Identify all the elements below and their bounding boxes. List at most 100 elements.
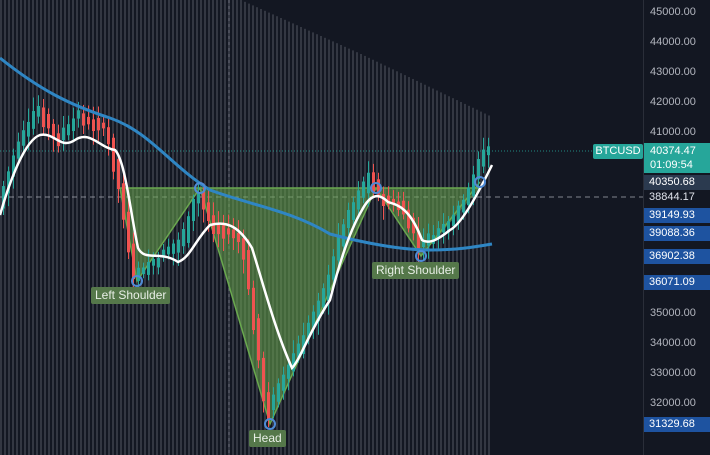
candle-body <box>72 118 75 132</box>
last-price-label: 40374.47 01:09:54 <box>644 143 710 173</box>
candle-body <box>242 238 245 260</box>
candle-body <box>27 121 30 137</box>
volume-bar <box>472 107 474 455</box>
candle-body <box>267 392 270 420</box>
candle-body <box>462 199 465 213</box>
volume-bar <box>64 0 66 455</box>
candle-body <box>147 261 150 275</box>
candle-body <box>342 224 345 247</box>
volume-bar <box>80 0 82 455</box>
candle-body <box>207 202 210 222</box>
candle-body <box>87 116 90 125</box>
axis-tick: 41000.00 <box>650 126 696 138</box>
volume-bar <box>92 0 94 455</box>
candle-body <box>107 127 110 145</box>
candle-body <box>252 287 255 331</box>
price-label: 36071.09 <box>644 275 710 290</box>
candle-body <box>172 243 175 254</box>
axis-tick: 44000.00 <box>650 36 696 48</box>
candle-body <box>82 113 85 126</box>
volume-bar <box>380 63 382 455</box>
volume-bar <box>72 0 74 455</box>
volume-bar <box>40 0 42 455</box>
axis-tick: 45000.00 <box>650 6 696 18</box>
candle-body <box>322 288 325 308</box>
axis-tick: 34000.00 <box>650 337 696 349</box>
volume-bar <box>124 0 126 455</box>
candle-body <box>137 267 140 281</box>
symbol-badge: BTCUSD <box>593 144 643 159</box>
candle-body <box>247 250 250 290</box>
volume-bar <box>24 0 26 455</box>
volume-bar <box>8 0 10 455</box>
volume-bar <box>464 103 466 455</box>
candle-body <box>277 383 280 402</box>
candle-body <box>102 122 105 129</box>
candle-body <box>117 159 120 190</box>
volume-bar <box>100 0 102 455</box>
volume-bar <box>56 0 58 455</box>
candle-body <box>177 239 180 253</box>
price-label: 39149.93 <box>644 208 710 223</box>
volume-bar <box>348 48 350 455</box>
candle-body <box>202 191 205 210</box>
volume-bar <box>104 0 106 455</box>
candle-body <box>257 318 260 361</box>
candle-body <box>437 228 440 238</box>
volume-bar <box>468 105 470 455</box>
candle-body <box>362 181 365 198</box>
right-shoulder-label: Right Shoulder <box>372 262 460 279</box>
volume-bar <box>176 0 178 455</box>
volume-bar <box>384 65 386 455</box>
candle-body <box>42 107 45 128</box>
volume-bar <box>360 54 362 455</box>
candle-body <box>352 202 355 220</box>
candle-body <box>337 234 340 261</box>
candle-body <box>32 111 35 129</box>
price-axis[interactable]: 45000.00 44000.00 43000.00 42000.00 4100… <box>643 0 710 455</box>
left-shoulder-label: Left Shoulder <box>91 287 171 304</box>
candle-body <box>152 258 155 266</box>
candle-body <box>482 149 485 167</box>
volume-bar <box>120 0 122 455</box>
volume-bar <box>180 0 182 455</box>
volume-bar <box>108 0 110 455</box>
candle-body <box>427 233 430 246</box>
volume-bar <box>184 0 186 455</box>
candle-body <box>487 146 490 156</box>
candle-body <box>17 141 20 159</box>
candle-body <box>367 172 370 194</box>
candle-body <box>332 256 335 280</box>
candle-body <box>127 211 130 253</box>
chart-window[interactable]: Left Shoulder Head Right Shoulder BTCUSD… <box>0 0 710 455</box>
candle-body <box>347 209 350 229</box>
volume-bar <box>352 50 354 455</box>
candle-body <box>187 216 190 243</box>
candle-body <box>167 246 170 255</box>
candle-body <box>227 228 230 235</box>
bar-countdown: 01:09:54 <box>650 159 693 171</box>
volume-bar <box>200 0 202 455</box>
volume-bar <box>112 0 114 455</box>
volume-bar <box>4 0 6 455</box>
candle-body <box>47 113 50 129</box>
price-label: 40350.68 <box>644 175 710 190</box>
volume-bar <box>460 102 462 455</box>
price-label: 31329.68 <box>644 417 710 432</box>
volume-bar <box>48 0 50 455</box>
candle-body <box>467 187 470 206</box>
volume-bar <box>16 0 18 455</box>
candle-body <box>472 174 475 196</box>
candle-body <box>237 232 240 243</box>
volume-bar <box>52 0 54 455</box>
volume-bar <box>356 52 358 455</box>
volume-bar <box>0 0 2 455</box>
candle-body <box>67 124 70 136</box>
axis-tick: 42000.00 <box>650 96 696 108</box>
price-chart[interactable] <box>0 0 643 455</box>
candle-body <box>142 267 145 275</box>
candle-body <box>77 110 80 119</box>
axis-tick: 33000.00 <box>650 367 696 379</box>
candle-body <box>157 258 160 268</box>
candle-body <box>92 119 95 132</box>
